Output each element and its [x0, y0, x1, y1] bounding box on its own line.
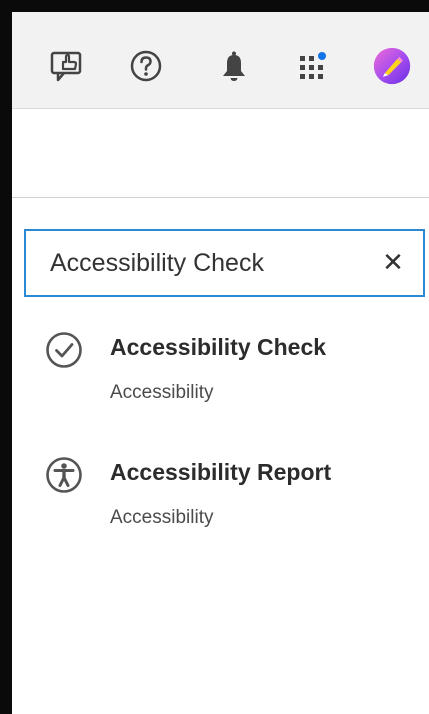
notifications-bell-icon[interactable] — [214, 46, 254, 86]
user-avatar-icon[interactable] — [372, 46, 412, 86]
result-title: Accessibility Report — [110, 459, 332, 485]
top-toolbar — [12, 12, 429, 109]
apps-grid-icon[interactable] — [294, 46, 334, 86]
clear-search-button[interactable]: ✕ — [377, 247, 409, 279]
accessibility-person-icon — [44, 455, 84, 495]
search-result-accessibility-check[interactable]: Accessibility Check Accessibility — [44, 330, 424, 420]
help-icon[interactable] — [126, 46, 166, 86]
result-category: Accessibility — [110, 382, 214, 403]
search-result-accessibility-report[interactable]: Accessibility Report Accessibility — [44, 455, 424, 545]
tool-search-box: ✕ — [24, 229, 425, 297]
close-icon: ✕ — [382, 248, 404, 278]
panel-header-area — [12, 109, 429, 198]
check-circle-icon — [44, 330, 84, 370]
search-input[interactable] — [50, 243, 370, 283]
comment-share-icon[interactable] — [46, 46, 86, 86]
result-title: Accessibility Check — [110, 334, 327, 360]
result-category: Accessibility — [110, 507, 214, 528]
